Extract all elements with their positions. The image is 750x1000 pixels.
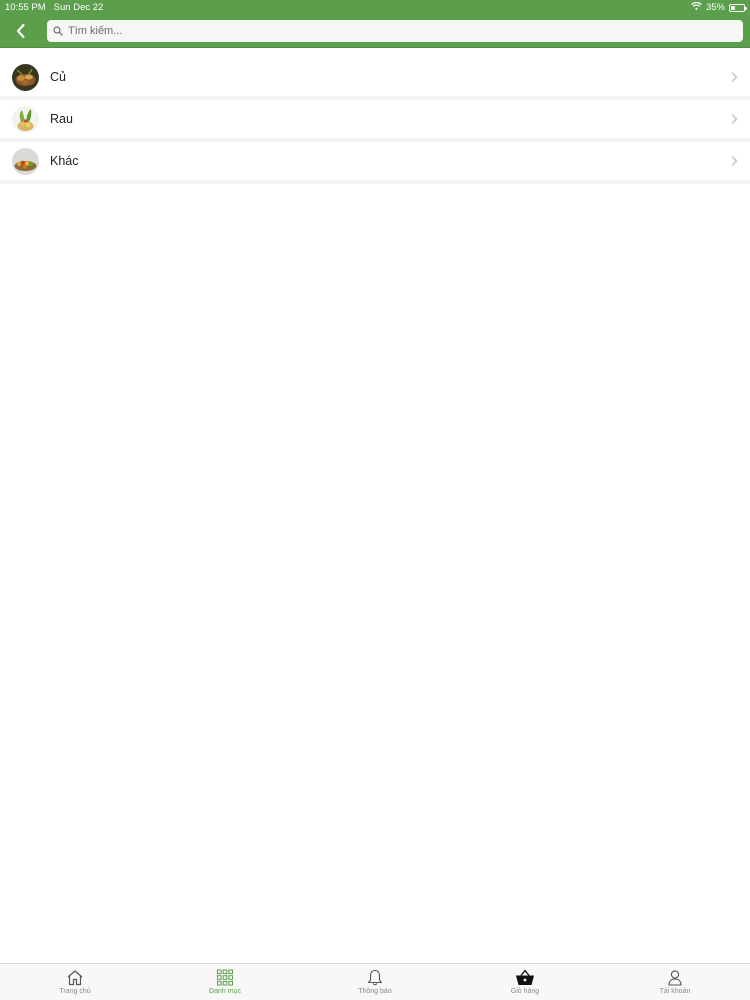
search-input[interactable] [68,25,743,37]
nav-bar [0,15,750,48]
tab-label: Danh mục [209,988,241,995]
category-label: Khác [50,154,79,168]
tab-label: Trang chủ [59,988,91,995]
chevron-left-icon [16,23,25,39]
basket-icon [516,969,534,985]
bell-icon [367,969,383,986]
chevron-right-icon [731,72,738,82]
tab-cart[interactable]: Giỏ hàng [450,964,600,1000]
status-bar: 10:55 PM Sun Dec 22 35% [0,0,750,15]
grid-icon [217,969,233,986]
category-label: Củ [50,70,66,84]
tab-label: Thông báo [358,988,392,995]
chevron-right-icon [731,156,738,166]
battery-percent: 35% [705,2,725,13]
back-button[interactable] [0,15,40,48]
tab-label: Tài khoản [659,988,691,995]
root-vegetables-photo [12,63,39,91]
category-list: Củ Rau Khác [0,58,750,184]
leafy-vegetables-photo [12,105,39,133]
tab-categories[interactable]: Danh mục [150,964,300,1000]
home-icon [67,970,83,986]
status-left: 10:55 PM Sun Dec 22 [5,2,103,13]
tab-home[interactable]: Trang chủ [0,964,150,1000]
tab-label: Giỏ hàng [510,988,540,995]
other-products-photo [12,147,39,175]
user-icon [668,970,682,986]
chevron-right-icon [731,114,738,124]
search-icon [53,26,63,36]
battery-fill [731,5,736,10]
category-item-cu[interactable]: Củ [0,58,750,100]
status-right: 35% [691,1,747,13]
search-box[interactable] [47,20,743,42]
tab-bar: Trang chủ Danh mục Thông báo Giỏ hàng Tà… [0,963,750,1000]
category-item-rau[interactable]: Rau [0,100,750,142]
category-item-khac[interactable]: Khác [0,142,750,184]
status-date: Sun Dec 22 [53,2,104,13]
battery-icon [729,3,747,12]
status-time: 10:55 PM [5,2,46,13]
category-label: Rau [50,112,73,126]
tab-notifications[interactable]: Thông báo [300,964,450,1000]
wifi-icon [691,1,702,13]
tab-account[interactable]: Tài khoản [600,964,750,1000]
